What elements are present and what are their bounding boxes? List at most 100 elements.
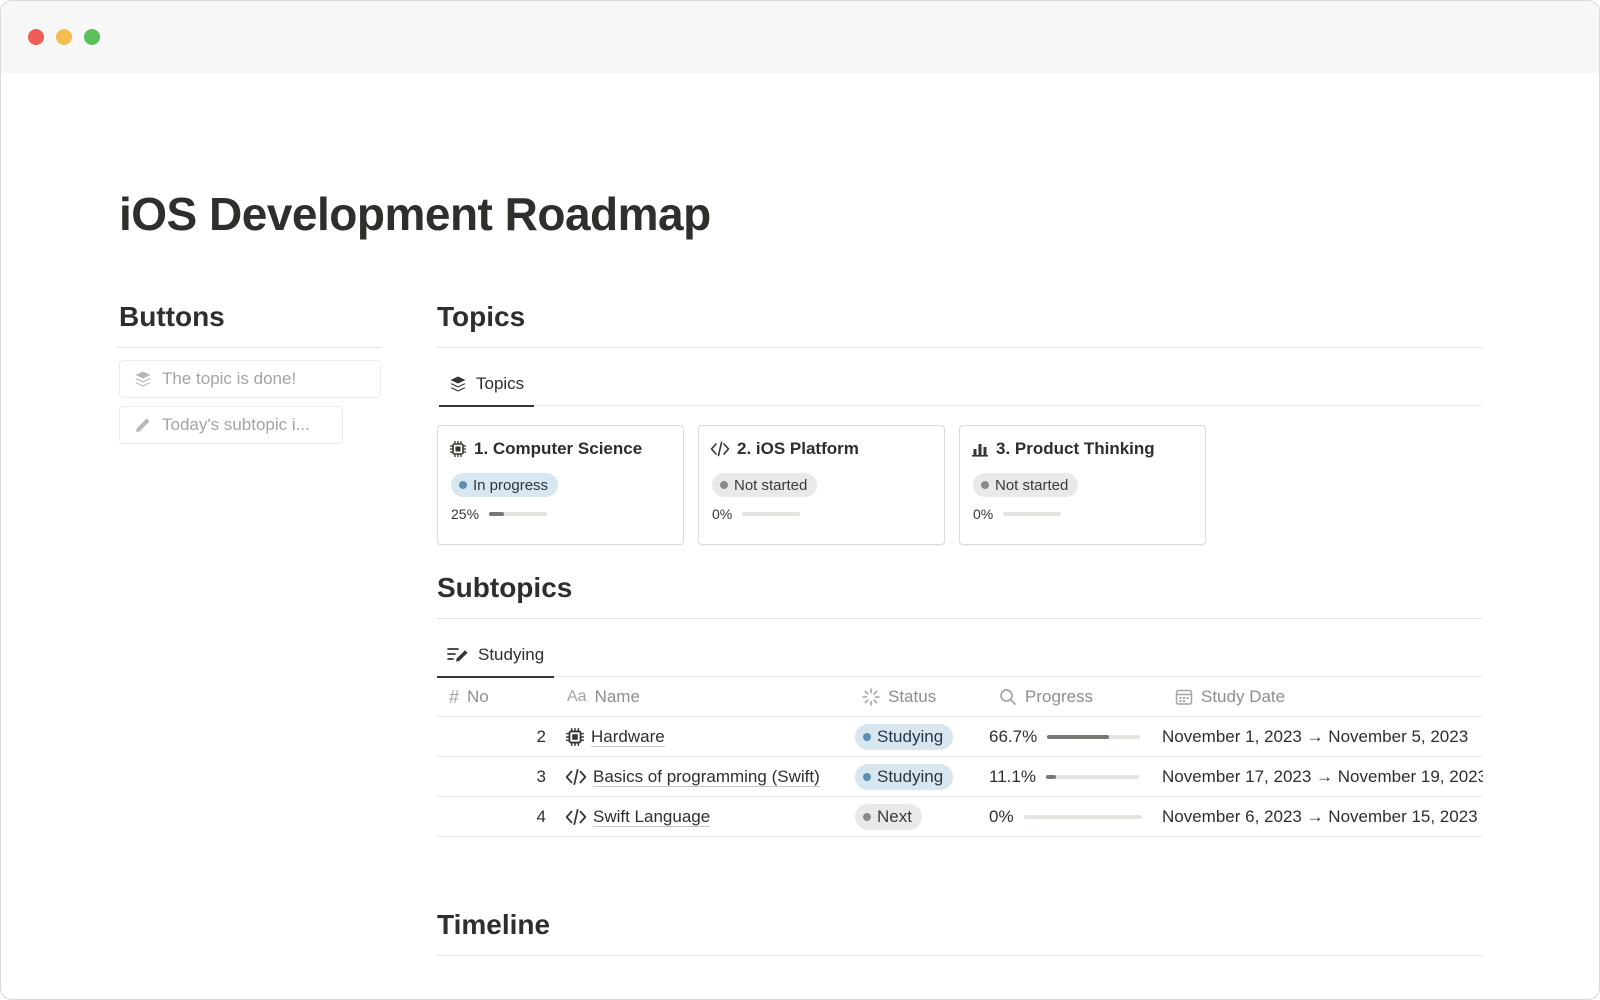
layers-icon	[135, 371, 151, 387]
app-window: iOS Development Roadmap Buttons The topi…	[0, 0, 1600, 1000]
row-status[interactable]: Studying	[855, 717, 990, 757]
column-header-progress[interactable]: Progress	[999, 677, 1093, 717]
close-window-button[interactable]	[28, 29, 44, 45]
calendar-icon	[1175, 689, 1193, 705]
status-badge-label: Studying	[877, 767, 944, 786]
status-loader-icon	[862, 688, 880, 706]
row-progress: 0%	[989, 797, 1164, 837]
status-badge: Studying	[855, 724, 954, 750]
chip-icon	[566, 728, 584, 746]
progress-bar-fill	[1045, 775, 1057, 779]
row-name[interactable]: Basics of programming (Swift)	[565, 757, 855, 797]
column-header-status[interactable]: Status	[862, 677, 936, 717]
topic-done-button[interactable]: The topic is done!	[119, 360, 381, 398]
table-row[interactable]: 3 Basics of programming (Swift) Studying…	[437, 757, 1483, 797]
topics-view-tabs: Topics	[437, 348, 1482, 407]
main-content: Topics Topics 1. Computer Science In pro…	[437, 301, 1483, 956]
tab-studying[interactable]: Studying	[437, 633, 555, 678]
topic-card-title: 1. Computer Science	[449, 439, 642, 459]
topic-card[interactable]: 3. Product Thinking Not started 0%	[959, 425, 1206, 545]
column-header-study-date[interactable]: Study Date	[1175, 677, 1285, 717]
progress-percent: 0%	[989, 807, 1014, 826]
code-icon	[565, 808, 587, 826]
status-badge: Not started	[712, 473, 818, 497]
status-dot	[720, 481, 728, 489]
status-badge: Not started	[973, 473, 1079, 497]
topic-card[interactable]: 1. Computer Science In progress 25%	[437, 425, 684, 545]
pencil-icon	[136, 418, 150, 432]
column-header-label: Name	[594, 687, 640, 706]
progress-percent: 66.7%	[989, 727, 1038, 746]
row-name[interactable]: Hardware	[565, 717, 855, 757]
todays-subtopic-button-label: Today's subtopic i...	[162, 415, 310, 434]
status-badge-label: Not started	[995, 476, 1069, 494]
row-study-date[interactable]: November 1, 2023 → November 5, 2023	[1162, 717, 1483, 757]
topic-card-title-text: 2. iOS Platform	[737, 439, 859, 458]
progress-bar-fill	[489, 512, 504, 516]
table-row[interactable]: 4 Swift Language Next 0% November 6, 202…	[437, 797, 1482, 837]
buttons-section: Buttons The topic is done! Today's subto…	[117, 301, 381, 444]
tab-topics[interactable]: Topics	[439, 362, 535, 407]
row-name-text: Swift Language	[593, 806, 711, 827]
status-dot	[459, 481, 467, 489]
topic-card[interactable]: 2. iOS Platform Not started 0%	[698, 425, 945, 545]
column-header-label: Study Date	[1201, 687, 1286, 706]
column-header-label: No	[467, 687, 489, 706]
subtopics-section: Subtopics Studying # No Aa Name Status P…	[437, 572, 1483, 837]
topic-progress: 0%	[712, 506, 801, 522]
text-type-icon: Aa	[567, 688, 587, 705]
row-status[interactable]: Studying	[855, 757, 990, 797]
row-study-date[interactable]: November 6, 2023 → November 15, 2023	[1162, 797, 1483, 837]
column-header-name[interactable]: Aa Name	[567, 677, 640, 717]
timeline-divider	[437, 955, 1482, 956]
progress-percent: 25%	[451, 506, 480, 522]
table-row[interactable]: 2 Hardware Studying 66.7% November 1, 20…	[437, 717, 1482, 757]
row-name-text: Basics of programming (Swift)	[593, 766, 820, 787]
progress-bar	[1045, 775, 1139, 779]
column-header-no[interactable]: # No	[449, 677, 489, 717]
timeline-heading: Timeline	[437, 909, 551, 940]
tab-topics-label: Topics	[476, 374, 525, 393]
subtopics-heading: Subtopics	[437, 572, 573, 603]
topic-card-title: 2. iOS Platform	[710, 439, 859, 459]
progress-percent: 0%	[973, 506, 994, 522]
todays-subtopic-button[interactable]: Today's subtopic i...	[119, 406, 343, 444]
topic-progress: 25%	[451, 506, 548, 522]
status-dot	[863, 813, 871, 821]
status-badge-label: Next	[877, 807, 912, 826]
row-no: 2	[536, 727, 546, 746]
topic-card-title-text: 1. Computer Science	[474, 439, 643, 458]
status-dot	[863, 733, 871, 741]
progress-bar	[1023, 815, 1142, 819]
subtopics-table: # No Aa Name Status Progress Study Date …	[437, 677, 1483, 837]
bar-chart-icon	[972, 444, 988, 457]
code-icon	[710, 441, 730, 457]
row-progress: 66.7%	[989, 717, 1164, 757]
progress-bar	[489, 512, 548, 516]
tab-studying-label: Studying	[478, 645, 545, 664]
hash-icon: #	[449, 686, 460, 707]
page-title: iOS Development Roadmap	[119, 188, 711, 240]
status-dot	[981, 481, 989, 489]
buttons-heading: Buttons	[119, 301, 225, 332]
status-badge: In progress	[451, 473, 559, 497]
topic-progress: 0%	[973, 506, 1062, 522]
row-study-date[interactable]: November 17, 2023 → November 19, 2023	[1162, 757, 1483, 797]
table-header: # No Aa Name Status Progress Study Date	[437, 677, 1482, 717]
row-status[interactable]: Next	[855, 797, 990, 837]
code-icon	[565, 768, 587, 786]
row-name[interactable]: Swift Language	[565, 797, 855, 837]
status-badge: Next	[855, 804, 922, 830]
status-badge-label: Studying	[877, 727, 944, 746]
status-badge-label: Not started	[734, 476, 808, 494]
progress-percent: 0%	[712, 506, 733, 522]
minimize-window-button[interactable]	[56, 29, 72, 45]
timeline-section: Timeline	[437, 909, 1482, 956]
status-dot	[863, 773, 871, 781]
window-titlebar	[1, 1, 1599, 73]
row-no: 4	[536, 807, 546, 826]
row-progress: 11.1%	[989, 757, 1164, 797]
zoom-window-button[interactable]	[84, 29, 100, 45]
search-icon	[1000, 689, 1016, 705]
topic-done-button-label: The topic is done!	[162, 369, 297, 388]
